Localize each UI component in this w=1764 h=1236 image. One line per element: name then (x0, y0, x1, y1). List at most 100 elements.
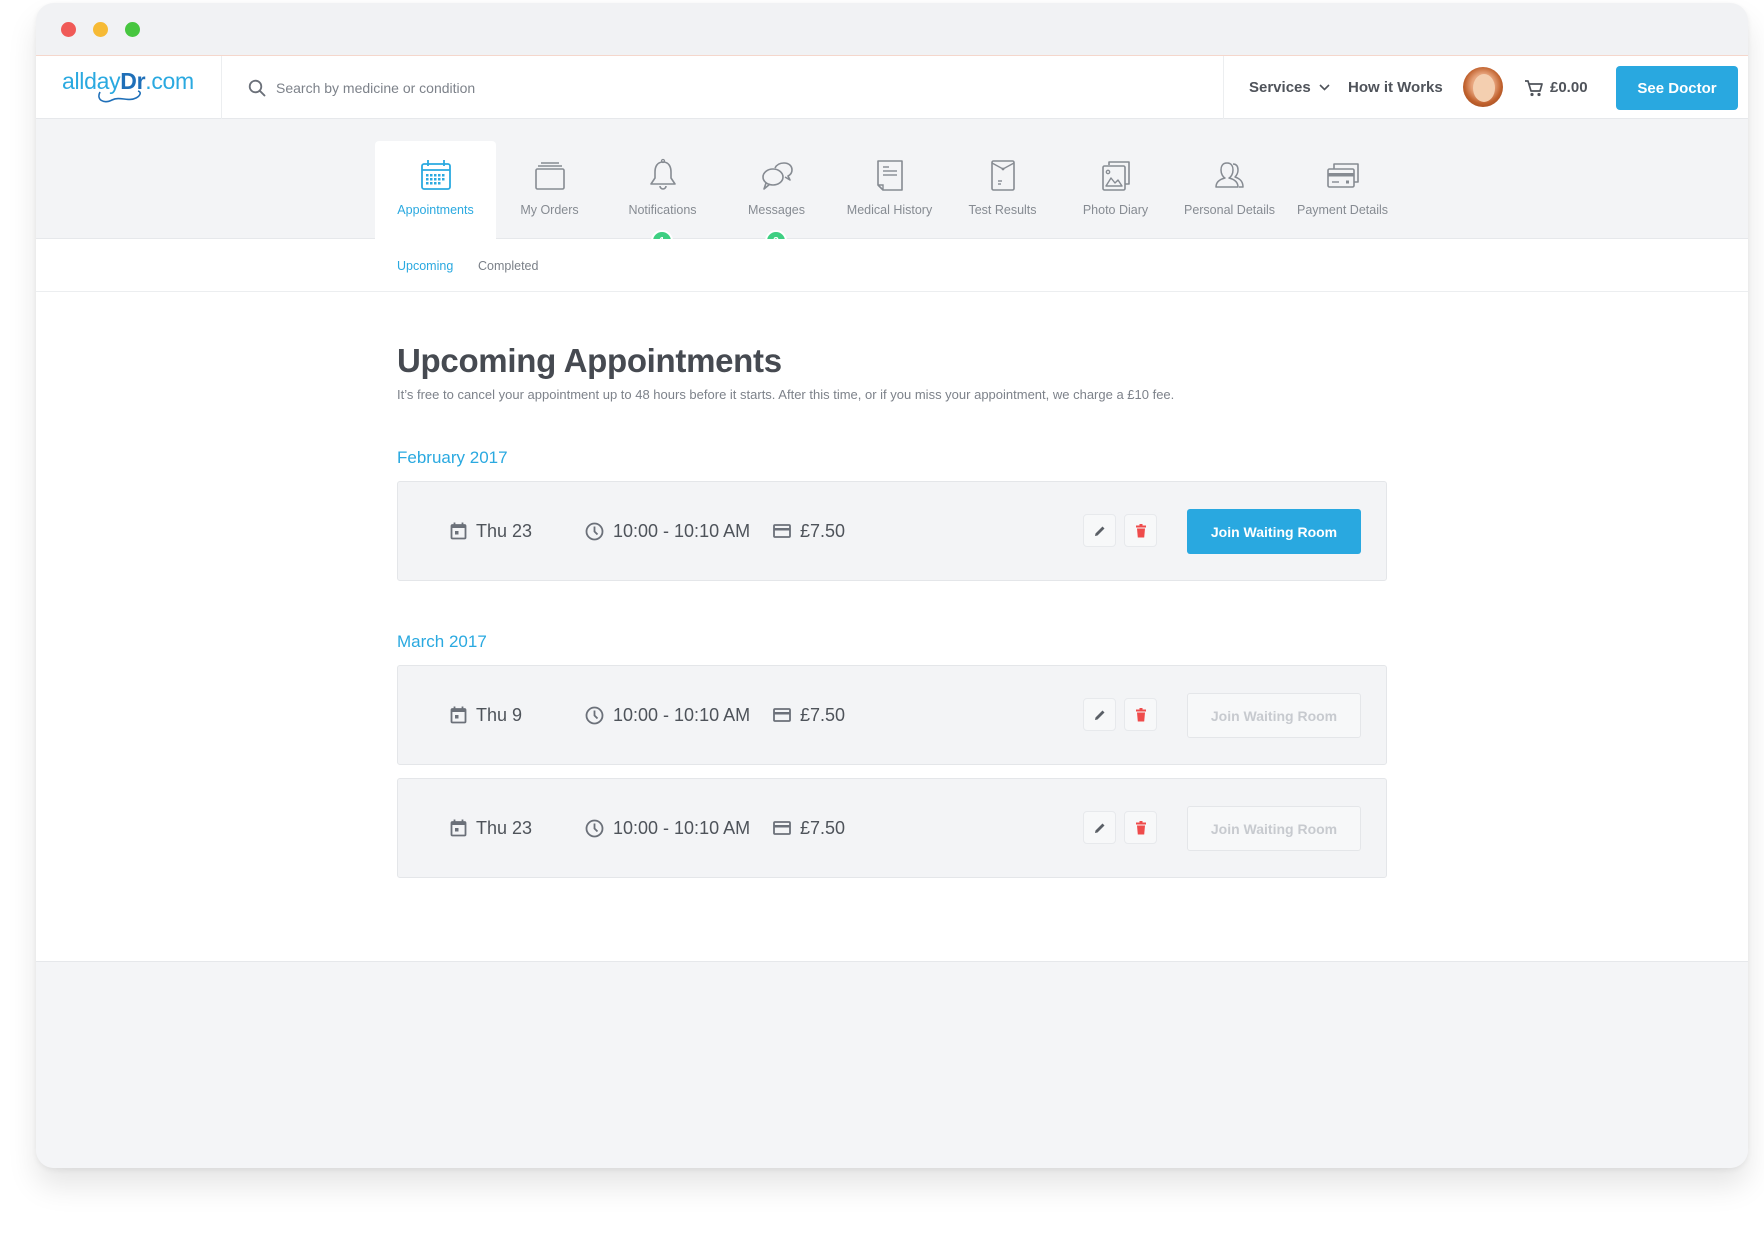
bell-icon (649, 158, 676, 190)
appointment-date: Thu 23 (450, 779, 532, 877)
pencil-icon (1094, 710, 1104, 720)
chevron-down-icon (1319, 84, 1330, 91)
tab-label: Payment Details (1296, 203, 1388, 217)
appointment-date: Thu 23 (450, 482, 532, 580)
minimize-window-button[interactable] (93, 22, 108, 37)
tab-notifications[interactable]: Notifications (602, 141, 723, 239)
pencil-icon (1094, 526, 1104, 536)
delete-button[interactable] (1124, 698, 1157, 731)
page-footer (36, 962, 1748, 1168)
time-text: 10:00 - 10:10 AM (613, 704, 751, 725)
tab-messages[interactable]: Messages (716, 141, 837, 239)
clock-icon (585, 706, 604, 724)
date-text: Thu 9 (476, 704, 523, 725)
time-text: 10:00 - 10:10 AM (613, 520, 751, 541)
credit-cards-icon (1326, 163, 1359, 188)
trash-icon (1135, 820, 1146, 834)
tab-medical-history[interactable]: Medical History (829, 141, 950, 239)
orders-icon (534, 162, 565, 190)
maximize-window-button[interactable] (125, 22, 140, 37)
tab-test-results[interactable]: Test Results (942, 141, 1063, 239)
tab-label: Notifications (628, 203, 697, 217)
delete-button[interactable] (1124, 514, 1157, 547)
how-it-works-link[interactable]: How it Works (1348, 56, 1443, 119)
tab-personal-details[interactable]: Personal Details (1169, 141, 1290, 239)
price-text: £7.50 (800, 817, 846, 838)
cancellation-policy: It’s free to cancel your appointment up … (397, 387, 1175, 402)
envelope-file-icon (990, 160, 1015, 191)
delete-button[interactable] (1124, 811, 1157, 844)
edit-button[interactable] (1083, 811, 1116, 844)
close-window-button[interactable] (61, 22, 76, 37)
appointment-price: £7.50 (773, 779, 845, 877)
cart-icon (1525, 79, 1543, 96)
appointment-card: Thu 23 10:00 - 10:10 AM £7.50 Join Waiti… (397, 481, 1387, 581)
services-label: Services (1249, 79, 1311, 96)
appointment-time: 10:00 - 10:10 AM (585, 779, 750, 877)
tab-appointments[interactable]: Appointments (375, 141, 496, 240)
subtab-upcoming[interactable]: Upcoming (397, 259, 453, 273)
tab-label: My Orders (520, 203, 579, 217)
tab-photo-diary[interactable]: Photo Diary (1055, 141, 1176, 239)
tab-label: Appointments (397, 203, 474, 217)
users-icon (1214, 162, 1244, 188)
appointment-card: Thu 23 10:00 - 10:10 AM £7.50 Join Waiti… (397, 778, 1387, 878)
appointment-time: 10:00 - 10:10 AM (585, 482, 750, 580)
cart-button[interactable]: £0.00 (1524, 56, 1588, 119)
services-menu[interactable]: Services (1249, 56, 1330, 119)
see-doctor-button[interactable]: See Doctor (1616, 66, 1738, 110)
logo[interactable]: alldayDr.com (62, 68, 194, 108)
cart-amount: £0.00 (1550, 79, 1588, 96)
join-waiting-room-button: Join Waiting Room (1187, 806, 1361, 851)
stethoscope-icon (98, 90, 141, 103)
appointment-date: Thu 9 (450, 666, 522, 764)
search-bar (248, 56, 596, 119)
clock-icon (585, 819, 604, 837)
tab-label: Test Results (968, 203, 1037, 217)
calendar-icon (420, 160, 451, 190)
time-text: 10:00 - 10:10 AM (613, 817, 751, 838)
tab-label: Medical History (846, 203, 933, 217)
subtab-completed[interactable]: Completed (478, 259, 538, 273)
tab-label: Photo Diary (1082, 203, 1149, 217)
avatar-face (1473, 74, 1495, 102)
calendar-icon (450, 522, 467, 540)
how-it-works-label: How it Works (1348, 79, 1443, 96)
trash-icon (1135, 707, 1146, 721)
trash-icon (1135, 523, 1146, 537)
month-heading: March 2017 (397, 632, 487, 651)
main-content: Upcoming Appointments It’s free to cance… (36, 292, 1748, 962)
join-waiting-room-button: Join Waiting Room (1187, 693, 1361, 738)
header-divider (1223, 56, 1224, 119)
tab-label: Personal Details (1183, 203, 1275, 217)
appointment-time: 10:00 - 10:10 AM (585, 666, 750, 764)
edit-button[interactable] (1083, 514, 1116, 547)
tab-label: Messages (748, 203, 805, 217)
clock-icon (585, 522, 604, 540)
credit-card-icon (773, 524, 791, 538)
appointment-price: £7.50 (773, 482, 845, 580)
chat-bubbles-icon (761, 162, 793, 190)
appointment-card: Thu 9 10:00 - 10:10 AM £7.50 Join Waitin… (397, 665, 1387, 765)
date-text: Thu 23 (476, 817, 533, 838)
tab-payment-details[interactable]: Payment Details (1282, 141, 1403, 239)
credit-card-icon (773, 708, 791, 722)
appointment-price: £7.50 (773, 666, 845, 764)
document-icon (876, 160, 903, 191)
pencil-icon (1094, 823, 1104, 833)
calendar-icon (450, 819, 467, 837)
price-text: £7.50 (800, 704, 846, 725)
account-tabs: Appointments My Orders Notifications 1 (36, 119, 1748, 252)
browser-window: alldayDr.com Services How it Works (36, 3, 1748, 1168)
date-text: Thu 23 (476, 520, 533, 541)
edit-button[interactable] (1083, 698, 1116, 731)
header-divider (221, 56, 222, 119)
appointment-subtabs: Upcoming Completed (36, 239, 1748, 292)
search-icon (248, 79, 266, 96)
tab-my-orders[interactable]: My Orders (489, 141, 610, 239)
join-waiting-room-button[interactable]: Join Waiting Room (1187, 509, 1361, 554)
search-input[interactable] (276, 79, 596, 96)
user-avatar[interactable] (1463, 67, 1503, 107)
calendar-icon (450, 706, 467, 724)
month-heading: February 2017 (397, 448, 508, 467)
